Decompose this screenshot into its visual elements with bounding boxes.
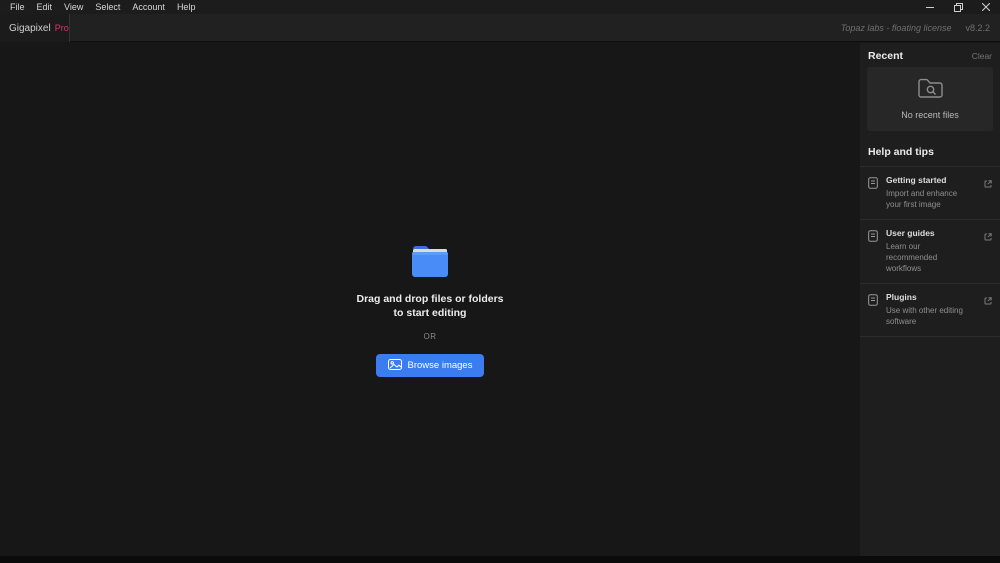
- help-item-user-guides[interactable]: User guides Learn our recommended workfl…: [860, 220, 1000, 284]
- document-icon: [868, 293, 878, 311]
- blue-folder-icon: [412, 246, 448, 282]
- document-icon: [868, 176, 878, 194]
- help-item-plugins[interactable]: Plugins Use with other editing software: [860, 284, 1000, 337]
- external-link-icon: [984, 292, 992, 310]
- app-tab-gigapixel[interactable]: Gigapixel Pro: [0, 14, 70, 42]
- welcome-sidebar: Recent Clear No recent files Help and ti…: [860, 43, 1000, 556]
- license-info: Topaz labs - floating license v8.2.2: [841, 14, 990, 42]
- app-name: Gigapixel: [9, 22, 51, 34]
- drag-drop-zone[interactable]: Drag and drop files or folders to start …: [0, 246, 860, 377]
- window-controls: [916, 0, 1000, 14]
- menu-help[interactable]: Help: [171, 0, 202, 14]
- help-item-title: User guides: [886, 228, 935, 238]
- plan-badge: Pro: [54, 23, 69, 33]
- license-text: Topaz labs - floating license: [840, 23, 952, 33]
- title-bar: Gigapixel Pro Topaz labs - floating lice…: [0, 14, 1000, 42]
- image-icon: [387, 358, 408, 373]
- help-item-description: Use with other editing software: [886, 306, 963, 326]
- close-button[interactable]: [972, 0, 1000, 14]
- help-section-header: Help and tips: [860, 131, 1000, 166]
- help-item-description: Learn our recommended workflows: [886, 242, 938, 273]
- document-icon: [868, 229, 878, 247]
- editor-canvas-area: Drag and drop files or folders to start …: [0, 43, 860, 556]
- close-icon: [982, 3, 990, 11]
- restore-button[interactable]: [944, 0, 972, 14]
- browse-images-label: Browse images: [407, 360, 473, 371]
- help-item-title: Getting started: [886, 175, 947, 185]
- menu-edit[interactable]: Edit: [31, 0, 59, 14]
- menu-account[interactable]: Account: [126, 0, 171, 14]
- no-recent-files-label: No recent files: [901, 110, 959, 120]
- recent-title: Recent: [868, 50, 904, 62]
- help-item-description: Import and enhance your first image: [886, 189, 958, 209]
- help-list: Getting started Import and enhance your …: [860, 166, 1000, 337]
- or-separator-label: OR: [423, 332, 437, 341]
- window-bottom-edge: [0, 556, 1000, 563]
- restore-icon: [953, 2, 963, 12]
- drop-zone-title: Drag and drop files or folders to start …: [356, 293, 504, 319]
- folder-search-icon: [917, 78, 943, 104]
- external-link-icon: [984, 228, 992, 246]
- browse-images-button[interactable]: Browse images: [375, 354, 485, 377]
- menu-view[interactable]: View: [58, 0, 89, 14]
- recent-empty-panel: No recent files: [867, 67, 993, 131]
- menu-select[interactable]: Select: [89, 0, 126, 14]
- help-title: Help and tips: [868, 146, 934, 158]
- minimize-button[interactable]: [916, 0, 944, 14]
- menu-bar: File Edit View Select Account Help: [0, 0, 1000, 14]
- menu-file[interactable]: File: [4, 0, 31, 14]
- recent-section-header: Recent Clear: [860, 43, 1000, 67]
- app-window: File Edit View Select Account Help Gigap…: [0, 0, 1000, 563]
- clear-recent-button[interactable]: Clear: [972, 51, 992, 61]
- minimize-icon: [926, 3, 934, 11]
- external-link-icon: [984, 175, 992, 193]
- help-item-title: Plugins: [886, 292, 917, 302]
- version-label: v8.2.2: [965, 23, 990, 33]
- help-item-getting-started[interactable]: Getting started Import and enhance your …: [860, 167, 1000, 220]
